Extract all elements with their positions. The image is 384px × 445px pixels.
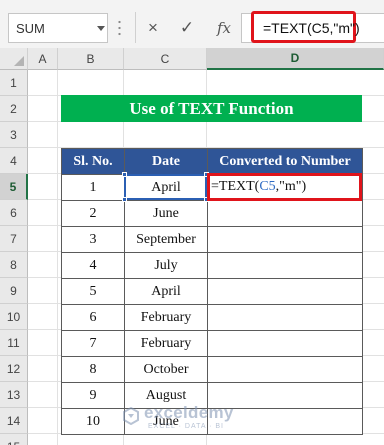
row-header-12[interactable]: 12: [0, 356, 28, 382]
sl-no-cell[interactable]: 2: [61, 200, 125, 227]
formula-highlight-box: =TEXT(C5,"m"): [251, 11, 360, 43]
date-cell[interactable]: February: [124, 330, 208, 357]
insert-function-icon[interactable]: fx: [212, 13, 236, 43]
exceldemy-logo-icon: [123, 407, 139, 425]
converted-number-cell[interactable]: [207, 200, 363, 227]
converted-number-cell[interactable]: [207, 278, 363, 305]
row-header-11[interactable]: 11: [0, 330, 28, 356]
converted-number-cell[interactable]: [207, 356, 363, 383]
formula-reference: C5: [259, 179, 276, 194]
sheet-title[interactable]: Use of TEXT Function: [61, 95, 362, 122]
row-header-13[interactable]: 13: [0, 382, 28, 408]
watermark: exceldemy EXCEL · DATA · BI: [122, 401, 272, 437]
date-cell[interactable]: October: [124, 356, 208, 383]
cancel-icon[interactable]: ×: [141, 13, 165, 43]
select-all-icon: [14, 56, 24, 66]
sl-no-cell[interactable]: 3: [61, 226, 125, 253]
select-all-button[interactable]: [0, 48, 28, 70]
chevron-down-icon[interactable]: [97, 26, 105, 31]
row-header-8[interactable]: 8: [0, 252, 28, 278]
sl-no-cell[interactable]: 9: [61, 382, 125, 409]
table-header-cell[interactable]: Sl. No.: [61, 148, 125, 175]
watermark-tagline: EXCEL · DATA · BI: [148, 423, 224, 430]
date-cell[interactable]: February: [124, 304, 208, 331]
formula-bar-divider: [135, 12, 136, 43]
date-cell[interactable]: July: [124, 252, 208, 279]
watermark-name: exceldemy: [144, 403, 234, 422]
column-header-d[interactable]: D: [207, 48, 384, 70]
gridline: [57, 70, 58, 445]
sl-no-cell[interactable]: 1: [61, 174, 125, 201]
row-header-10[interactable]: 10: [0, 304, 28, 330]
row-header-3[interactable]: 3: [0, 122, 28, 148]
sl-no-cell[interactable]: 4: [61, 252, 125, 279]
name-box-value: SUM: [16, 21, 45, 36]
date-cell[interactable]: April: [124, 278, 208, 305]
edit-cell-d5[interactable]: =TEXT(C5,"m"): [207, 173, 362, 201]
table-header-cell[interactable]: Converted to Number: [207, 148, 363, 175]
row-header-7[interactable]: 7: [0, 226, 28, 252]
row-header-6[interactable]: 6: [0, 200, 28, 226]
sl-no-cell[interactable]: 6: [61, 304, 125, 331]
formula-text[interactable]: =TEXT(C5,"m"): [263, 20, 360, 36]
converted-number-cell[interactable]: [207, 330, 363, 357]
date-cell[interactable]: April: [124, 174, 208, 201]
name-box[interactable]: SUM: [8, 13, 108, 43]
sl-no-cell[interactable]: 8: [61, 356, 125, 383]
sl-no-cell[interactable]: 7: [61, 330, 125, 357]
edit-cell-formula[interactable]: =TEXT(C5,"m"): [211, 179, 306, 195]
date-cell[interactable]: June: [124, 200, 208, 227]
converted-number-cell[interactable]: [207, 226, 363, 253]
sl-no-cell[interactable]: 10: [61, 408, 125, 435]
drag-handle-icon[interactable]: [118, 19, 121, 36]
enter-icon[interactable]: ✓: [175, 13, 199, 43]
row-header-5[interactable]: 5: [0, 174, 28, 200]
row-header-1[interactable]: 1: [0, 70, 28, 96]
row-header-9[interactable]: 9: [0, 278, 28, 304]
column-header-c[interactable]: C: [124, 48, 207, 70]
converted-number-cell[interactable]: [207, 304, 363, 331]
sl-no-cell[interactable]: 5: [61, 278, 125, 305]
column-header-a[interactable]: A: [28, 48, 58, 70]
row-header-2[interactable]: 2: [0, 96, 28, 122]
table-header-cell[interactable]: Date: [124, 148, 208, 175]
converted-number-cell[interactable]: [207, 252, 363, 279]
row-header-4[interactable]: 4: [0, 148, 28, 174]
date-cell[interactable]: September: [124, 226, 208, 253]
formula-bar: SUM × ✓ fx =TEXT(C5,"m"): [0, 0, 384, 55]
row-header-14[interactable]: 14: [0, 408, 28, 434]
column-header-b[interactable]: B: [58, 48, 124, 70]
formula-prefix: =TEXT(: [211, 179, 260, 194]
formula-suffix: ,"m"): [275, 179, 307, 194]
row-header-15[interactable]: 15: [0, 434, 28, 445]
